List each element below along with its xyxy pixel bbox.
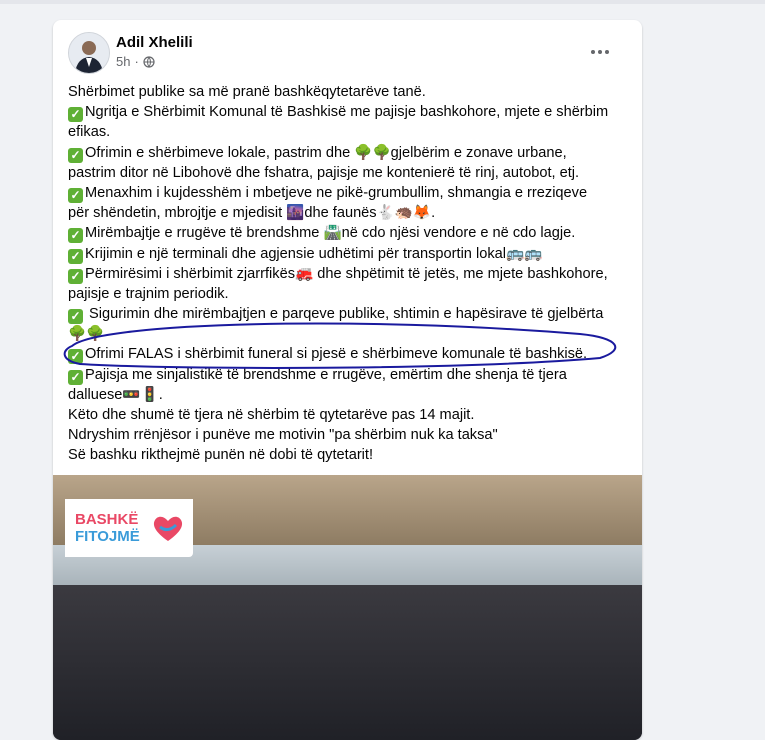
check-mark-icon: ✓ (68, 268, 83, 284)
post-text-line-content: Së bashku rikthejmë punën në dobi të qyt… (68, 447, 374, 464)
campaign-badge: BASHKË FITOJMË (65, 499, 193, 557)
post-text-line: efikas. (68, 122, 633, 142)
post-text-line-content: dalluese🚥🚦. (68, 386, 163, 403)
post-text-line: Së bashku rikthejmë punën në dobi të qyt… (68, 445, 633, 465)
check-mark-icon: ✓ (68, 228, 83, 244)
check-mark-icon: ✓ (68, 187, 83, 203)
post-text-line: pajisje e trajnim periodik. (68, 284, 633, 304)
avatar[interactable] (68, 32, 110, 74)
post-photo[interactable]: BASHKË FITOJMË (53, 475, 642, 740)
badge-line-2: FITOJMË (75, 528, 140, 545)
post-text-line-content: 🌳🌳 (68, 326, 105, 343)
post-text-line: ✓ Ngritja e Shërbimit Komunal të Bashkisë… (68, 102, 633, 123)
avatar-portrait-icon (69, 33, 109, 73)
post-text: Shërbimet publike sa më pranë bashkëqyte… (68, 82, 633, 466)
post-text-line-content: Sigurimin dhe mirëmbajtjen e parqeve pub… (85, 306, 604, 323)
post-text-line-content: Ngritja e Shërbimit Komunal të Bashkisë … (85, 104, 609, 121)
post-text-line: ✓ Sigurimin dhe mirëmbajtjen e parqeve p… (68, 304, 633, 325)
post-text-line-content: Menaxhim i kujdesshëm i mbetjeve ne pikë… (85, 184, 588, 201)
post-text-line: ✓ Krijimin e një terminali dhe agjensie u… (68, 244, 633, 264)
author-name[interactable]: Adil Xhelili (116, 34, 193, 51)
post-time[interactable]: 5h (116, 54, 130, 69)
photo-crowd (53, 585, 642, 740)
post-text-line-content: pastrim ditor në Libohovë dhe fshatra, p… (68, 164, 580, 181)
post-text-line-content: Përmirësimi i shërbimit zjarrfikës🚒 dhe … (85, 265, 608, 282)
post-text-line-content: Mirëmbajtje e rrugëve të brendshme 🛣️në … (85, 225, 576, 242)
post-text-line: ✓ Përmirësimi i shërbimit zjarrfikës🚒 dhe… (68, 264, 633, 284)
post-text-line-content: Krijimin e një terminali dhe agjensie ud… (85, 245, 543, 262)
post-text-line: Këto dhe shumë të tjera në shërbim të qy… (68, 405, 633, 425)
post-text-line: ✓ Ofrimi FALAS i shërbimit funeral si pje… (68, 344, 633, 365)
top-bar (0, 0, 765, 4)
post-text-line: ✓ Menaxhim i kujdesshëm i mbetjeve ne pik… (68, 183, 633, 203)
post-text-line: Ndryshim rrënjësor i punëve me motivin "… (68, 425, 633, 445)
post-meta: 5h · (116, 54, 155, 69)
post-text-line-content: Ofrimin e shërbimeve lokale, pastrim dhe… (85, 144, 567, 161)
post-text-line: ✓ Mirëmbajtje e rrugëve të brendshme 🛣️në… (68, 223, 633, 244)
post-text-line: ✓ Ofrimin e shërbimeve lokale, pastrim dh… (68, 143, 633, 163)
post-text-line-content: Pajisja me sinjalistikë të brendshme e r… (85, 366, 567, 383)
post-text-line: ✓ Pajisja me sinjalistikë të brendshme e … (68, 365, 633, 385)
check-mark-icon: ✓ (68, 147, 83, 163)
badge-line-1: BASHKË (75, 511, 139, 528)
post-text-line-content: Ofrimi FALAS i shërbimit funeral si pjes… (85, 346, 588, 363)
post-text-line-content: për shëndetin, mbrojtje e mjedisit 🌆dhe … (68, 205, 436, 222)
post-text-line-content: pajisje e trajnim periodik. (68, 285, 229, 302)
post-text-line-content: Shërbimet publike sa më pranë bashkëqyte… (68, 84, 426, 100)
check-mark-icon: ✓ (68, 369, 83, 385)
post-text-line-content: Ndryshim rrënjësor i punëve me motivin "… (68, 427, 498, 444)
globe-icon (143, 55, 155, 68)
post-text-line: dalluese🚥🚦. (68, 385, 633, 405)
check-mark-icon: ✓ (68, 107, 83, 123)
post-text-line-content: Këto dhe shumë të tjera në shërbim të qy… (68, 407, 475, 423)
check-mark-icon: ✓ (68, 349, 83, 365)
heart-logo-icon (153, 516, 183, 541)
post-text-line: pastrim ditor në Libohovë dhe fshatra, p… (68, 163, 633, 183)
check-mark-icon: ✓ (68, 248, 83, 264)
post-text-line-content: efikas. (68, 124, 111, 141)
post-text-line: Shërbimet publike sa më pranë bashkëqyte… (68, 82, 633, 102)
post-card: Adil Xhelili 5h · Shërbimet publike sa m… (53, 20, 642, 740)
check-mark-icon: ✓ (68, 309, 83, 325)
post-text-line: 🌳🌳 (68, 324, 633, 344)
post-text-line: për shëndetin, mbrojtje e mjedisit 🌆dhe … (68, 203, 633, 223)
post-header: Adil Xhelili 5h · (68, 32, 628, 74)
more-options-icon[interactable] (586, 38, 614, 66)
